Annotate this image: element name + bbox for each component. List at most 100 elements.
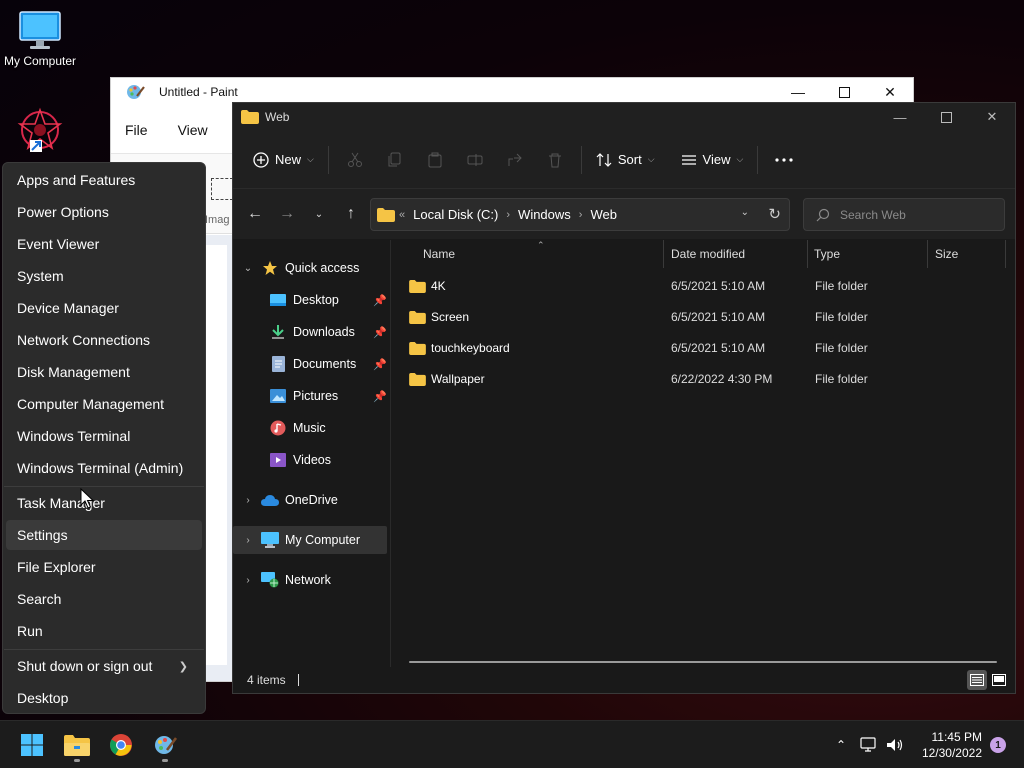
file-row[interactable]: touchkeyboard 6/5/2021 5:10 AM File fold… xyxy=(409,336,999,360)
sort-button[interactable]: Sort ⌵ xyxy=(588,144,663,176)
nav-item-videos[interactable]: Videos xyxy=(233,446,387,474)
details-view-button[interactable] xyxy=(967,670,987,690)
file-name: Screen xyxy=(431,310,470,324)
chevron-down-icon[interactable]: ⌄ xyxy=(741,207,749,218)
column-divider[interactable] xyxy=(663,240,664,268)
file-date: 6/5/2021 5:10 AM xyxy=(671,279,766,293)
cut-button[interactable] xyxy=(335,144,375,176)
menu-file[interactable]: File xyxy=(125,122,148,138)
rename-button[interactable] xyxy=(455,144,495,176)
desktop-icon-paint[interactable] xyxy=(0,106,80,156)
taskbar-paint[interactable] xyxy=(145,727,185,763)
nav-item-label: Quick access xyxy=(285,261,360,275)
new-button[interactable]: New ⌵ xyxy=(245,144,322,176)
delete-button[interactable] xyxy=(535,144,575,176)
desktop-icon-label: My Computer xyxy=(3,54,77,68)
file-row[interactable]: Screen 6/5/2021 5:10 AM File folder xyxy=(409,305,999,329)
rename-icon xyxy=(467,153,483,166)
nav-item-network[interactable]: › Network xyxy=(233,566,387,594)
nav-item-quick-access[interactable]: ⌄ Quick access xyxy=(233,254,387,282)
menu-item-event-viewer[interactable]: Event Viewer xyxy=(6,229,202,259)
select-tool-icon[interactable] xyxy=(211,178,233,200)
close-button[interactable]: ✕ xyxy=(969,103,1015,131)
start-button[interactable] xyxy=(12,727,52,763)
menu-item-settings[interactable]: Settings xyxy=(6,520,202,550)
nav-item-music[interactable]: Music xyxy=(233,414,387,442)
menu-item-shut-down-or-sign-out[interactable]: Shut down or sign out ❯ xyxy=(6,651,202,681)
clock[interactable]: 11:45 PM 12/30/2022 xyxy=(922,729,982,761)
column-header-type[interactable]: Type xyxy=(814,240,840,268)
network-icon[interactable] xyxy=(860,737,878,753)
column-header-size[interactable]: Size xyxy=(935,240,958,268)
maximize-button[interactable] xyxy=(923,103,969,131)
menu-item-windows-terminal-admin[interactable]: Windows Terminal (Admin) xyxy=(6,453,202,483)
taskbar-chrome[interactable] xyxy=(101,727,141,763)
breadcrumb-item[interactable]: Local Disk (C:) xyxy=(413,207,498,222)
pin-icon[interactable]: 📌 xyxy=(373,390,387,403)
menu-item-power-options[interactable]: Power Options xyxy=(6,197,202,227)
breadcrumb-item[interactable]: Web xyxy=(590,207,617,222)
back-button[interactable]: ← xyxy=(239,198,271,230)
pin-icon[interactable]: 📌 xyxy=(373,294,387,307)
horizontal-scrollbar[interactable] xyxy=(409,661,997,663)
more-options-button[interactable] xyxy=(764,144,804,176)
minimize-button[interactable]: — xyxy=(877,103,923,131)
chevron-right-icon[interactable]: › xyxy=(241,495,255,506)
nav-item-my-computer[interactable]: › My Computer xyxy=(233,526,387,554)
chevron-down-icon[interactable]: ⌄ xyxy=(241,263,255,274)
refresh-icon[interactable]: ↻ xyxy=(768,205,781,223)
copy-button[interactable] xyxy=(375,144,415,176)
chevron-right-icon[interactable]: › xyxy=(241,535,255,546)
nav-item-pictures[interactable]: Pictures 📌 xyxy=(233,382,387,410)
paste-button[interactable] xyxy=(415,144,455,176)
pin-icon[interactable]: 📌 xyxy=(373,326,387,339)
menu-view[interactable]: View xyxy=(178,122,208,138)
breadcrumb-overflow-icon[interactable]: « xyxy=(399,209,405,221)
menu-item-device-manager[interactable]: Device Manager xyxy=(6,293,202,323)
menu-item-network-connections[interactable]: Network Connections xyxy=(6,325,202,355)
menu-item-run[interactable]: Run xyxy=(6,616,202,646)
nav-item-documents[interactable]: Documents 📌 xyxy=(233,350,387,378)
menu-item-search[interactable]: Search xyxy=(6,584,202,614)
menu-item-computer-management[interactable]: Computer Management xyxy=(6,389,202,419)
column-header-name[interactable]: Name xyxy=(423,240,455,268)
column-header-date[interactable]: Date modified xyxy=(671,240,745,268)
column-divider[interactable] xyxy=(807,240,808,268)
volume-icon[interactable] xyxy=(886,737,904,753)
desktop-icon-my-computer[interactable]: My Computer xyxy=(0,10,80,68)
column-divider[interactable] xyxy=(927,240,928,268)
copy-icon xyxy=(388,152,401,166)
nav-item-desktop[interactable]: Desktop 📌 xyxy=(233,286,387,314)
menu-item-file-explorer[interactable]: File Explorer xyxy=(6,552,202,582)
pin-icon[interactable]: 📌 xyxy=(373,358,387,371)
taskbar-file-explorer[interactable] xyxy=(57,727,97,763)
address-bar[interactable]: « Local Disk (C:) › Windows › Web ⌄ ↻ xyxy=(370,198,790,231)
menu-item-desktop[interactable]: Desktop xyxy=(6,683,202,713)
search-input[interactable] xyxy=(840,207,990,222)
share-button[interactable] xyxy=(495,144,535,176)
menu-item-system[interactable]: System xyxy=(6,261,202,291)
chevron-right-icon[interactable]: › xyxy=(579,209,583,221)
nav-item-downloads[interactable]: Downloads 📌 xyxy=(233,318,387,346)
menu-item-windows-terminal[interactable]: Windows Terminal xyxy=(6,421,202,451)
menu-item-apps-and-features[interactable]: Apps and Features xyxy=(6,165,202,195)
file-row[interactable]: 4K 6/5/2021 5:10 AM File folder xyxy=(409,274,999,298)
view-button[interactable]: View ⌵ xyxy=(673,144,752,176)
file-type: File folder xyxy=(815,341,868,355)
file-explorer-window[interactable]: Web — ✕ New ⌵ Sort ⌵ View ⌵ ← → ⌄ ↑ « Lo… xyxy=(232,102,1016,694)
forward-button[interactable]: → xyxy=(271,198,303,230)
column-divider[interactable] xyxy=(1005,240,1006,268)
chevron-right-icon[interactable]: › xyxy=(241,575,255,586)
notification-badge[interactable]: 1 xyxy=(990,737,1006,753)
tiles-view-button[interactable] xyxy=(989,670,1009,690)
menu-item-disk-management[interactable]: Disk Management xyxy=(6,357,202,387)
up-button[interactable]: ↑ xyxy=(335,198,367,230)
chevron-right-icon[interactable]: › xyxy=(506,209,510,221)
breadcrumb-item[interactable]: Windows xyxy=(518,207,571,222)
show-hidden-icons-chevron-icon[interactable]: ⌃ xyxy=(836,738,846,752)
file-row[interactable]: Wallpaper 6/22/2022 4:30 PM File folder xyxy=(409,367,999,391)
search-box[interactable] xyxy=(803,198,1005,231)
nav-item-onedrive[interactable]: › OneDrive xyxy=(233,486,387,514)
menu-item-task-manager[interactable]: Task Manager xyxy=(6,488,202,518)
recent-locations-button[interactable]: ⌄ xyxy=(303,198,335,230)
